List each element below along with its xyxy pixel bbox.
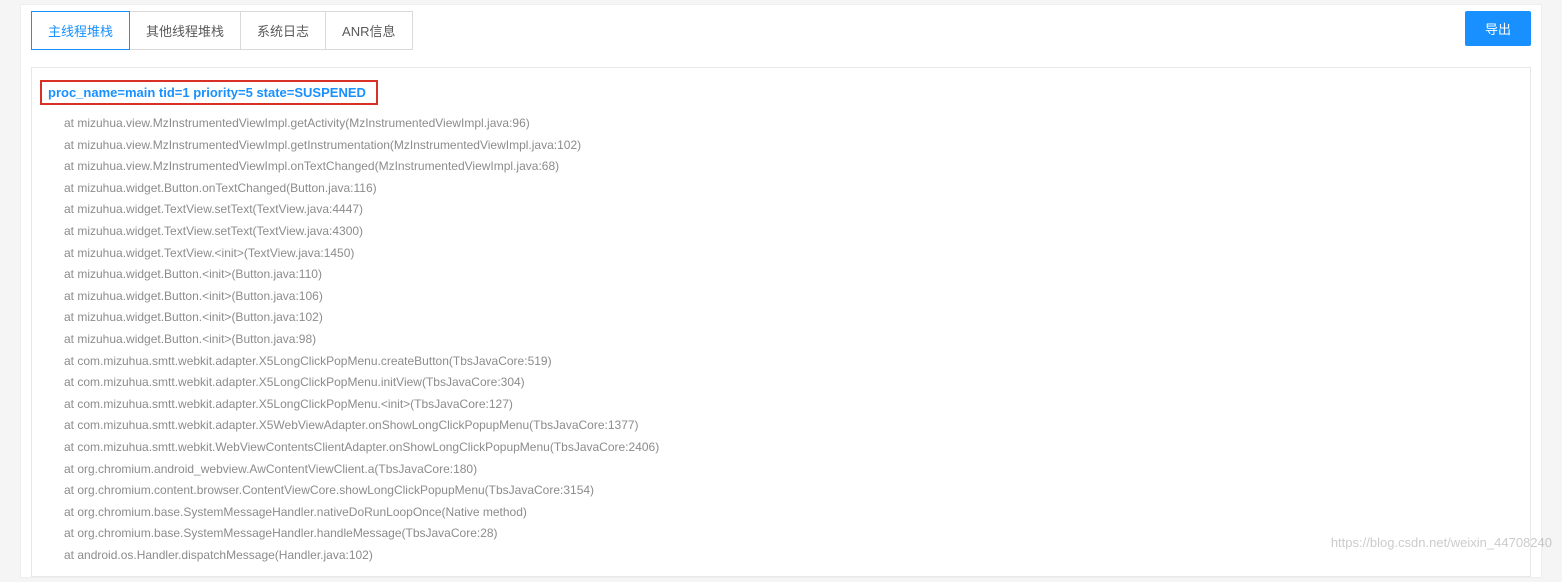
stack-frame: at mizuhua.widget.TextView.setText(TextV…	[64, 199, 1520, 221]
stack-frame: at org.chromium.android_webview.AwConten…	[64, 459, 1520, 481]
tab-0[interactable]: 主线程堆栈	[31, 11, 130, 50]
stack-content: proc_name=main tid=1 priority=5 state=SU…	[31, 67, 1531, 577]
tab-1[interactable]: 其他线程堆栈	[129, 11, 241, 50]
stack-frame: at mizuhua.widget.TextView.<init>(TextVi…	[64, 243, 1520, 265]
stack-frame: at org.chromium.base.SystemMessageHandle…	[64, 502, 1520, 524]
stack-frame: at mizuhua.view.MzInstrumentedViewImpl.o…	[64, 156, 1520, 178]
stack-frame: at com.mizuhua.smtt.webkit.adapter.X5Lon…	[64, 351, 1520, 373]
stack-frame: at org.chromium.base.SystemMessageHandle…	[64, 523, 1520, 545]
stack-frame: at mizuhua.widget.Button.<init>(Button.j…	[64, 329, 1520, 351]
stack-frame: at com.mizuhua.smtt.webkit.adapter.X5Web…	[64, 415, 1520, 437]
tab-2[interactable]: 系统日志	[240, 11, 326, 50]
stack-frame: at mizuhua.widget.Button.<init>(Button.j…	[64, 307, 1520, 329]
stack-trace-list: at mizuhua.view.MzInstrumentedViewImpl.g…	[42, 105, 1520, 566]
stack-frame: at mizuhua.widget.Button.<init>(Button.j…	[64, 286, 1520, 308]
stack-frame: at mizuhua.view.MzInstrumentedViewImpl.g…	[64, 113, 1520, 135]
thread-header: proc_name=main tid=1 priority=5 state=SU…	[40, 80, 378, 105]
stack-frame: at org.chromium.content.browser.ContentV…	[64, 480, 1520, 502]
tab-bar: 主线程堆栈其他线程堆栈系统日志ANR信息	[31, 11, 413, 51]
stack-frame: at com.mizuhua.smtt.webkit.WebViewConten…	[64, 437, 1520, 459]
stack-frame: at mizuhua.widget.Button.<init>(Button.j…	[64, 264, 1520, 286]
stack-frame: at mizuhua.widget.Button.onTextChanged(B…	[64, 178, 1520, 200]
stack-frame: at mizuhua.view.MzInstrumentedViewImpl.g…	[64, 135, 1520, 157]
stack-frame: at com.mizuhua.smtt.webkit.adapter.X5Lon…	[64, 394, 1520, 416]
detail-panel: 主线程堆栈其他线程堆栈系统日志ANR信息 导出 proc_name=main t…	[20, 4, 1542, 578]
stack-frame: at com.mizuhua.smtt.webkit.adapter.X5Lon…	[64, 372, 1520, 394]
stack-frame: at mizuhua.widget.TextView.setText(TextV…	[64, 221, 1520, 243]
tab-3[interactable]: ANR信息	[325, 11, 412, 50]
export-button[interactable]: 导出	[1465, 11, 1531, 46]
header-row: 主线程堆栈其他线程堆栈系统日志ANR信息 导出	[31, 11, 1531, 51]
